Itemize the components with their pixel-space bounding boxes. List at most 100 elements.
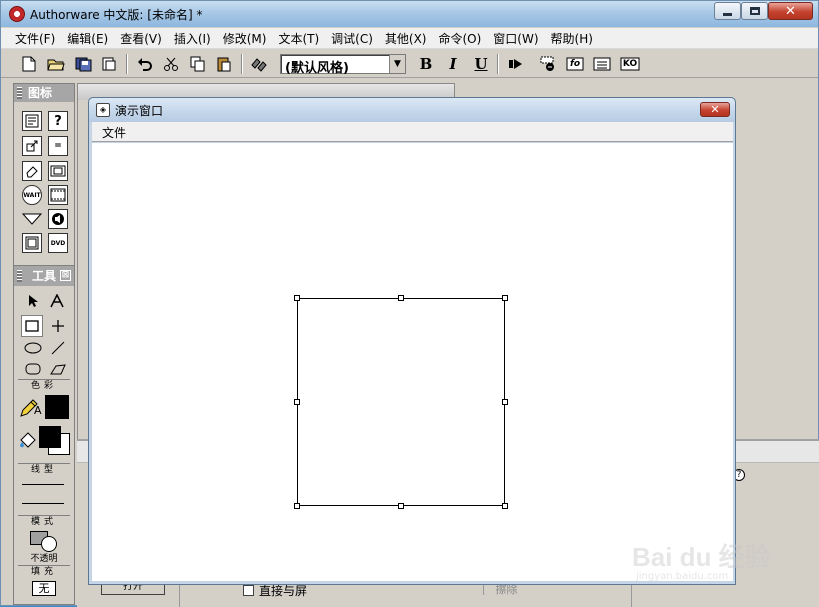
chevron-down-icon[interactable]: ▼ xyxy=(389,55,405,73)
erase-icon[interactable] xyxy=(22,161,42,181)
color-section-label: 色彩 xyxy=(18,379,70,392)
resize-handle-top[interactable] xyxy=(398,295,404,301)
pointer-tool[interactable] xyxy=(22,290,44,312)
rounded-rectangle-tool[interactable] xyxy=(22,358,44,380)
functions-button[interactable]: fo xyxy=(564,53,586,75)
presentation-close-button[interactable]: ✕ xyxy=(700,102,730,117)
undo-button[interactable] xyxy=(134,53,156,75)
sound-icon[interactable] xyxy=(48,209,68,229)
rounded-rectangle-icon xyxy=(25,363,41,375)
fill-section-label: 填充 xyxy=(18,565,70,578)
grip-icon[interactable] xyxy=(17,87,22,99)
run-button[interactable] xyxy=(505,53,527,75)
straight-line-tool[interactable] xyxy=(47,315,69,337)
presentation-window-title-bar[interactable]: ◈ 演示窗口 ✕ xyxy=(89,98,735,122)
new-file-button[interactable] xyxy=(18,53,40,75)
underline-label: U xyxy=(474,55,488,73)
digital-movie-icon[interactable] xyxy=(48,185,68,205)
resize-handle-left[interactable] xyxy=(294,399,300,405)
italic-button[interactable]: I xyxy=(442,53,464,75)
import-button[interactable] xyxy=(98,53,120,75)
motion-icon[interactable] xyxy=(22,136,42,156)
menu-help[interactable]: 帮助(H) xyxy=(545,30,599,47)
maximize-button[interactable] xyxy=(741,2,768,20)
framework-glyph-icon xyxy=(25,236,39,250)
direct-to-screen-checkbox[interactable] xyxy=(243,585,254,596)
diagonal-line-icon xyxy=(51,341,65,355)
underline-button[interactable]: U xyxy=(470,53,492,75)
resize-handle-bottom[interactable] xyxy=(398,503,404,509)
menu-edit[interactable]: 编辑(E) xyxy=(61,30,114,47)
text-style-dropdown[interactable]: (默认风格) ▼ xyxy=(280,54,406,76)
framework-icon[interactable] xyxy=(22,233,42,253)
copy-button[interactable] xyxy=(187,53,209,75)
cut-button[interactable] xyxy=(160,53,182,75)
text-tool[interactable] xyxy=(46,290,68,312)
presentation-stage[interactable] xyxy=(92,143,733,581)
open-file-button[interactable] xyxy=(45,53,67,75)
find-button[interactable] xyxy=(248,53,270,75)
line-style-medium[interactable] xyxy=(22,503,64,504)
close-button[interactable]: ✕ xyxy=(768,2,813,20)
text-color-swatch[interactable] xyxy=(45,395,69,419)
diagonal-line-tool[interactable] xyxy=(47,337,69,359)
mode-circle-icon xyxy=(41,536,57,552)
resize-handle-bottom-right[interactable] xyxy=(502,503,508,509)
close-icon: ✕ xyxy=(785,3,796,19)
menu-other[interactable]: 其他(X) xyxy=(379,30,433,47)
ellipse-tool[interactable] xyxy=(22,337,44,359)
variables-button[interactable] xyxy=(591,53,613,75)
drawn-rectangle[interactable] xyxy=(297,298,505,506)
fill-value[interactable]: 无 xyxy=(32,581,56,596)
icon-palette-title[interactable]: 图标 xyxy=(14,84,74,102)
icon-palette: 图标 ? = WAIT DVD xyxy=(13,83,75,268)
toolbar: (默认风格) ▼ B I U fo KO xyxy=(1,50,818,78)
presentation-menu-file[interactable]: 文件 xyxy=(102,124,126,141)
knowledge-objects-button[interactable]: KO xyxy=(619,53,641,75)
menu-commands[interactable]: 命令(O) xyxy=(432,30,487,47)
tools-close-button[interactable]: ⊠ xyxy=(60,270,71,281)
menu-modify[interactable]: 修改(M) xyxy=(217,30,273,47)
calculation-icon[interactable]: = xyxy=(48,136,68,156)
film-icon xyxy=(50,188,66,202)
toolbar-separator xyxy=(241,54,243,74)
variables-icon xyxy=(593,57,611,71)
presentation-menu-bar: 文件 xyxy=(92,122,733,142)
wait-icon[interactable]: WAIT xyxy=(22,185,42,205)
main-window: Authorware 中文版: [未命名] * ✕ 文件(F) 编辑(E) 查看… xyxy=(0,0,819,607)
minimize-button[interactable] xyxy=(714,2,741,20)
paste-icon xyxy=(217,57,231,72)
save-all-button[interactable] xyxy=(73,53,95,75)
grip-icon[interactable] xyxy=(17,270,22,282)
menu-view[interactable]: 查看(V) xyxy=(114,30,168,47)
decision-icon[interactable] xyxy=(22,209,42,229)
foreground-color-swatch[interactable] xyxy=(39,426,61,448)
functions-label: fo xyxy=(569,59,581,69)
menu-debug[interactable]: 调试(C) xyxy=(325,30,379,47)
resize-handle-right[interactable] xyxy=(502,399,508,405)
bold-button[interactable]: B xyxy=(415,53,437,75)
resize-handle-top-right[interactable] xyxy=(502,295,508,301)
map-icon[interactable] xyxy=(48,161,68,181)
resize-handle-top-left[interactable] xyxy=(294,295,300,301)
rectangle-icon xyxy=(25,320,39,332)
display-icon[interactable] xyxy=(22,111,42,131)
authorware-app-icon xyxy=(9,6,25,22)
menu-insert[interactable]: 插入(I) xyxy=(168,30,217,47)
polygon-tool[interactable] xyxy=(47,358,69,380)
paste-button[interactable] xyxy=(213,53,235,75)
tools-palette-title[interactable]: 工具 ⊠ xyxy=(14,266,74,286)
title-bar[interactable]: Authorware 中文版: [未命名] * ✕ xyxy=(1,1,818,27)
dvd-icon[interactable]: DVD xyxy=(48,233,68,253)
polygon-icon xyxy=(50,364,66,375)
interaction-icon[interactable]: ? xyxy=(48,111,68,131)
control-panel-button[interactable] xyxy=(537,53,559,75)
rectangle-tool[interactable] xyxy=(21,315,43,337)
resize-handle-bottom-left[interactable] xyxy=(294,503,300,509)
menu-text[interactable]: 文本(T) xyxy=(272,30,325,47)
menu-file[interactable]: 文件(F) xyxy=(9,30,61,47)
fill-color-tool[interactable] xyxy=(17,430,39,452)
line-style-thin[interactable] xyxy=(22,484,64,485)
speaker-icon xyxy=(52,213,64,225)
menu-window[interactable]: 窗口(W) xyxy=(487,30,544,47)
